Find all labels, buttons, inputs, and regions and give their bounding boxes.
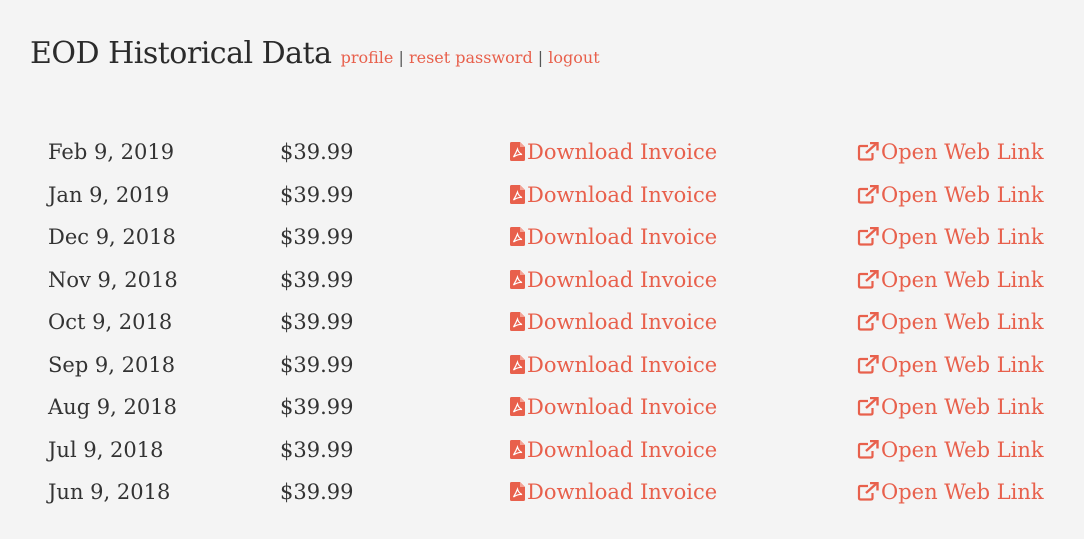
external-link-icon: [857, 226, 879, 246]
invoice-amount: $39.99: [280, 395, 354, 419]
open-web-link-label: Open Web Link: [881, 267, 1044, 292]
file-pdf-icon: [510, 482, 525, 501]
invoice-date: Feb 9, 2019: [48, 140, 175, 164]
file-pdf-icon: [510, 397, 525, 416]
file-pdf-icon: [510, 269, 525, 289]
external-link-icon: [857, 311, 879, 331]
file-pdf-icon: [510, 184, 525, 204]
open-web-link-label: Open Web Link: [881, 352, 1044, 377]
invoice-amount: $39.99: [280, 352, 354, 377]
invoice-amount: $39.99: [280, 225, 354, 249]
open-web-link[interactable]: Open Web Link: [857, 386, 1044, 429]
reset-password-link[interactable]: reset password: [409, 48, 533, 67]
open-web-link[interactable]: Open Web Link: [857, 344, 1044, 387]
download-invoice-label: Download Invoice: [527, 182, 718, 207]
download-invoice-link[interactable]: Download Invoice: [510, 386, 717, 429]
nav-separator: |: [537, 48, 544, 67]
download-invoice-label: Download Invoice: [527, 267, 718, 292]
invoice-date: Jun 9, 2018: [48, 480, 171, 504]
invoice-amount: $39.99: [280, 480, 354, 504]
open-web-link-label: Open Web Link: [881, 310, 1044, 334]
download-invoice-link[interactable]: Download Invoice: [510, 301, 717, 344]
open-web-link[interactable]: Open Web Link: [857, 429, 1044, 472]
file-pdf-icon: [510, 227, 525, 246]
file-pdf-icon: [510, 439, 525, 459]
invoice-date: Dec 9, 2018: [48, 225, 176, 249]
open-web-link-label: Open Web Link: [881, 480, 1044, 504]
invoice-date: Jan 9, 2019: [48, 182, 170, 207]
invoice-date: Sep 9, 2018: [48, 352, 176, 377]
file-pdf-icon: [510, 312, 525, 331]
invoice-row: Aug 9, 2018 $39.99 Download Invoice Open…: [0, 386, 1084, 429]
download-invoice-label: Download Invoice: [527, 310, 718, 334]
download-invoice-label: Download Invoice: [527, 480, 718, 504]
invoice-amount: $39.99: [280, 437, 354, 462]
open-web-link-label: Open Web Link: [881, 140, 1044, 164]
invoice-list: Feb 9, 2019 $39.99 Download Invoice Open…: [0, 131, 1084, 514]
open-web-link[interactable]: Open Web Link: [857, 216, 1044, 259]
open-web-link[interactable]: Open Web Link: [857, 259, 1044, 302]
invoice-amount: $39.99: [280, 267, 354, 292]
invoice-row: Sep 9, 2018 $39.99 Download Invoice Open…: [0, 344, 1084, 387]
download-invoice-link[interactable]: Download Invoice: [510, 471, 717, 514]
nav-separator: |: [398, 48, 404, 67]
download-invoice-link[interactable]: Download Invoice: [510, 259, 717, 302]
open-web-link[interactable]: Open Web Link: [857, 174, 1044, 217]
invoice-row: Jul 9, 2018 $39.99 Download Invoice Open…: [0, 429, 1084, 472]
external-link-icon: [857, 354, 879, 374]
download-invoice-label: Download Invoice: [527, 225, 718, 249]
external-link-icon: [857, 481, 879, 501]
open-web-link-label: Open Web Link: [881, 395, 1044, 419]
download-invoice-label: Download Invoice: [527, 140, 718, 164]
page-header: EOD Historical Data profile | reset pass…: [30, 36, 600, 71]
external-link-icon: [857, 396, 879, 416]
invoice-date: Nov 9, 2018: [48, 267, 178, 292]
open-web-link[interactable]: Open Web Link: [857, 301, 1044, 344]
download-invoice-label: Download Invoice: [527, 352, 718, 377]
open-web-link-label: Open Web Link: [881, 225, 1044, 249]
download-invoice-link[interactable]: Download Invoice: [510, 216, 717, 259]
external-link-icon: [857, 184, 879, 204]
invoice-row: Jan 9, 2019 $39.99 Download Invoice Open…: [0, 174, 1084, 217]
download-invoice-link[interactable]: Download Invoice: [510, 131, 717, 174]
invoice-row: Feb 9, 2019 $39.99 Download Invoice Open…: [0, 131, 1084, 174]
download-invoice-link[interactable]: Download Invoice: [510, 174, 717, 217]
invoice-row: Oct 9, 2018 $39.99 Download Invoice Open…: [0, 301, 1084, 344]
invoice-amount: $39.99: [280, 140, 354, 164]
invoice-amount: $39.99: [280, 310, 354, 334]
file-pdf-icon: [510, 354, 525, 374]
open-web-link-label: Open Web Link: [881, 182, 1044, 207]
invoice-date: Oct 9, 2018: [48, 310, 173, 334]
site-title: EOD Historical Data: [30, 36, 332, 71]
invoice-row: Nov 9, 2018 $39.99 Download Invoice Open…: [0, 259, 1084, 302]
download-invoice-link[interactable]: Download Invoice: [510, 429, 717, 472]
download-invoice-label: Download Invoice: [527, 437, 718, 462]
open-web-link[interactable]: Open Web Link: [857, 131, 1044, 174]
external-link-icon: [857, 439, 879, 459]
profile-link[interactable]: profile: [341, 48, 394, 67]
account-nav: profile | reset password | logout: [341, 48, 600, 67]
download-invoice-label: Download Invoice: [527, 395, 718, 419]
invoice-amount: $39.99: [280, 182, 354, 207]
invoice-row: Dec 9, 2018 $39.99 Download Invoice Open…: [0, 216, 1084, 259]
external-link-icon: [857, 269, 879, 289]
invoice-date: Jul 9, 2018: [48, 437, 164, 462]
open-web-link[interactable]: Open Web Link: [857, 471, 1044, 514]
file-pdf-icon: [510, 142, 525, 161]
invoice-row: Jun 9, 2018 $39.99 Download Invoice Open…: [0, 471, 1084, 514]
open-web-link-label: Open Web Link: [881, 437, 1044, 462]
invoice-date: Aug 9, 2018: [48, 395, 177, 419]
external-link-icon: [857, 141, 879, 161]
download-invoice-link[interactable]: Download Invoice: [510, 344, 717, 387]
logout-link[interactable]: logout: [548, 48, 599, 67]
